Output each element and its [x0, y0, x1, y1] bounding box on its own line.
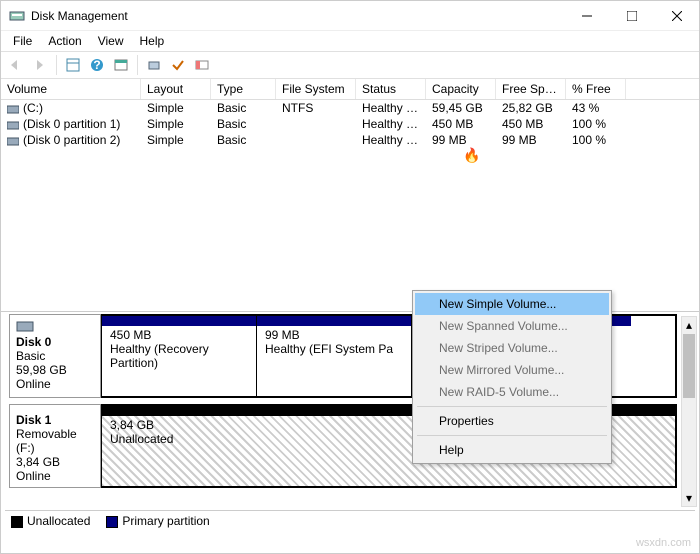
scroll-down-icon[interactable]: ▾ [682, 490, 696, 506]
col-freespace[interactable]: Free Spa... [496, 79, 566, 99]
ctx-properties[interactable]: Properties [415, 410, 609, 432]
toolbar: ? [1, 51, 699, 79]
toolbar-separator [137, 55, 138, 75]
menu-separator [417, 406, 607, 407]
col-capacity[interactable]: Capacity [426, 79, 496, 99]
close-button[interactable] [654, 1, 699, 31]
help-icon[interactable]: ? [86, 54, 108, 76]
disk-header[interactable]: Disk 1Removable (F:)3,84 GBOnline [9, 404, 101, 488]
minimize-button[interactable] [564, 1, 609, 31]
ctx-help[interactable]: Help [415, 439, 609, 461]
ctx-item[interactable]: New Simple Volume... [415, 293, 609, 315]
col-status[interactable]: Status [356, 79, 426, 99]
menu-file[interactable]: File [5, 32, 40, 50]
back-button[interactable] [5, 54, 27, 76]
forward-button[interactable] [29, 54, 51, 76]
col-filesystem[interactable]: File System [276, 79, 356, 99]
volume-row[interactable]: (C:)SimpleBasicNTFSHealthy (B...59,45 GB… [1, 100, 699, 116]
context-menu: New Simple Volume...New Spanned Volume..… [412, 290, 612, 464]
menu-view[interactable]: View [90, 32, 132, 50]
volume-row[interactable]: (Disk 0 partition 2)SimpleBasicHealthy (… [1, 132, 699, 148]
scroll-up-icon[interactable]: ▴ [682, 317, 696, 333]
menu-help[interactable]: Help [132, 32, 173, 50]
ctx-item: New Spanned Volume... [415, 315, 609, 337]
toolbar-btn-2[interactable] [110, 54, 132, 76]
disk-header[interactable]: Disk 0Basic59,98 GBOnline [9, 314, 101, 398]
partition[interactable]: 99 MBHealthy (EFI System Pa [256, 316, 411, 396]
ctx-item: New RAID-5 Volume... [415, 381, 609, 403]
window-title: Disk Management [31, 9, 564, 23]
legend-unallocated: Unallocated [11, 514, 90, 528]
swatch-unallocated [11, 516, 23, 528]
legend-primary: Primary partition [106, 514, 209, 528]
app-icon [9, 8, 25, 24]
watermark: wsxdn.com [636, 537, 691, 549]
ctx-item: New Striped Volume... [415, 337, 609, 359]
title-bar: Disk Management [1, 1, 699, 31]
toolbar-separator [56, 55, 57, 75]
volume-list[interactable]: Volume Layout Type File System Status Ca… [1, 79, 699, 311]
toolbar-btn-check[interactable] [167, 54, 189, 76]
ctx-item: New Mirrored Volume... [415, 359, 609, 381]
toolbar-btn-4[interactable] [191, 54, 213, 76]
col-pctfree[interactable]: % Free [566, 79, 626, 99]
scroll-thumb[interactable] [683, 334, 695, 398]
col-type[interactable]: Type [211, 79, 276, 99]
maximize-button[interactable] [609, 1, 654, 31]
menu-separator [417, 435, 607, 436]
col-layout[interactable]: Layout [141, 79, 211, 99]
notification-icon: 🔥 [463, 147, 480, 164]
menu-bar: File Action View Help [1, 31, 699, 51]
legend: Unallocated Primary partition [5, 510, 695, 531]
column-headers: Volume Layout Type File System Status Ca… [1, 79, 699, 100]
swatch-primary [106, 516, 118, 528]
partition[interactable]: 450 MBHealthy (Recovery Partition) [101, 316, 256, 396]
vertical-scrollbar[interactable]: ▴ ▾ [681, 316, 697, 507]
toolbar-btn-1[interactable] [62, 54, 84, 76]
svg-text:?: ? [93, 58, 100, 72]
menu-action[interactable]: Action [40, 32, 89, 50]
toolbar-btn-3[interactable] [143, 54, 165, 76]
volume-row[interactable]: (Disk 0 partition 1)SimpleBasicHealthy (… [1, 116, 699, 132]
col-volume[interactable]: Volume [1, 79, 141, 99]
